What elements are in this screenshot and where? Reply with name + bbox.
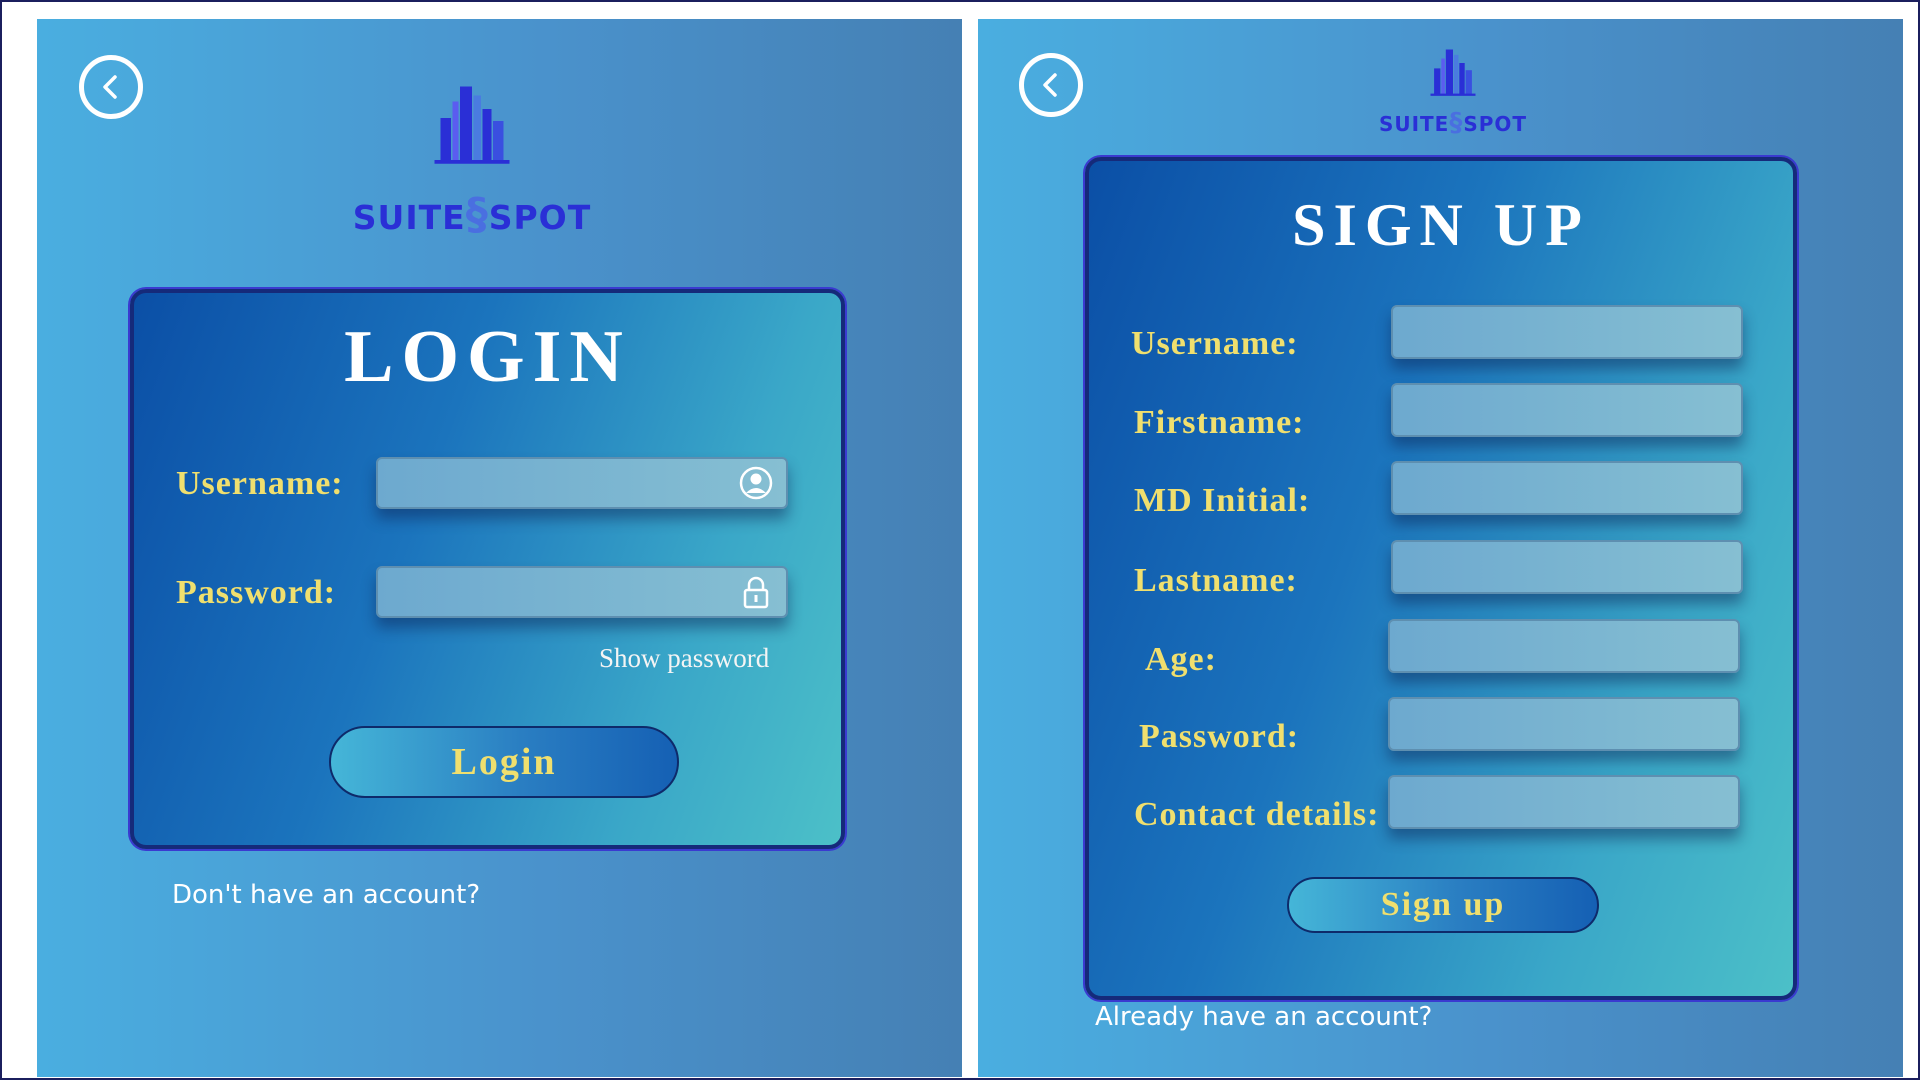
username-label: Username:	[176, 465, 344, 502]
login-screen: SUITE§SPOT LOGIN Username: Password: Sho…	[37, 19, 962, 1077]
contact-details-label: Contact details:	[1134, 796, 1380, 833]
back-button[interactable]	[1019, 53, 1083, 117]
signup-username-input[interactable]	[1391, 305, 1743, 359]
firstname-input[interactable]	[1391, 383, 1743, 437]
logo-s-mark: §	[465, 189, 489, 240]
logo-text-left: SUITE	[1378, 112, 1450, 136]
md-initial-label: MD Initial:	[1134, 482, 1311, 519]
password-input[interactable]	[376, 566, 788, 618]
logo-text-right: SPOT	[488, 198, 592, 237]
logo-s-mark: §	[1449, 108, 1464, 138]
age-label: Age:	[1145, 641, 1217, 678]
signup-button[interactable]: Sign up	[1287, 877, 1599, 933]
md-initial-input[interactable]	[1391, 461, 1743, 515]
logo-text-left: SUITE	[352, 198, 466, 237]
login-card: LOGIN Username: Password: Show password …	[130, 289, 845, 849]
suitespot-logo: SUITE§SPOT	[1363, 37, 1543, 138]
user-circle-icon	[739, 466, 773, 500]
signup-title: SIGN UP	[1292, 192, 1590, 258]
back-button[interactable]	[79, 55, 143, 119]
password-label: Password:	[176, 574, 337, 611]
suitespot-logo: SUITE§SPOT	[337, 64, 607, 240]
logo-text-right: SPOT	[1463, 112, 1528, 136]
signup-screen: SUITE§SPOT SIGN UP Username: Firstname: …	[978, 19, 1903, 1077]
show-password-link[interactable]: Show password	[599, 643, 769, 674]
no-account-link[interactable]: Don't have an account?	[172, 880, 480, 910]
lastname-input[interactable]	[1391, 540, 1743, 594]
logo-wordmark: SUITE§SPOT	[1363, 108, 1543, 138]
firstname-label: Firstname:	[1134, 404, 1305, 441]
username-input[interactable]	[376, 457, 788, 509]
login-button[interactable]: Login	[329, 726, 679, 798]
building-skyline-icon	[434, 86, 510, 164]
lastname-label: Lastname:	[1134, 562, 1298, 599]
signup-password-label: Password:	[1139, 718, 1300, 755]
lock-icon	[743, 576, 769, 609]
chevron-left-icon	[1043, 73, 1057, 97]
signup-username-label: Username:	[1131, 325, 1299, 362]
signup-card: SIGN UP Username: Firstname: MD Initial:…	[1085, 157, 1797, 1000]
signup-password-input[interactable]	[1388, 697, 1740, 751]
have-account-link[interactable]: Already have an account?	[1095, 1002, 1432, 1032]
contact-details-input[interactable]	[1388, 775, 1740, 829]
login-title: LOGIN	[344, 316, 631, 398]
age-input[interactable]	[1388, 619, 1740, 673]
logo-wordmark: SUITE§SPOT	[337, 189, 607, 240]
chevron-left-icon	[103, 75, 117, 99]
screenshot-frame: SUITE§SPOT LOGIN Username: Password: Sho…	[0, 0, 1920, 1080]
building-skyline-icon	[1430, 49, 1476, 96]
